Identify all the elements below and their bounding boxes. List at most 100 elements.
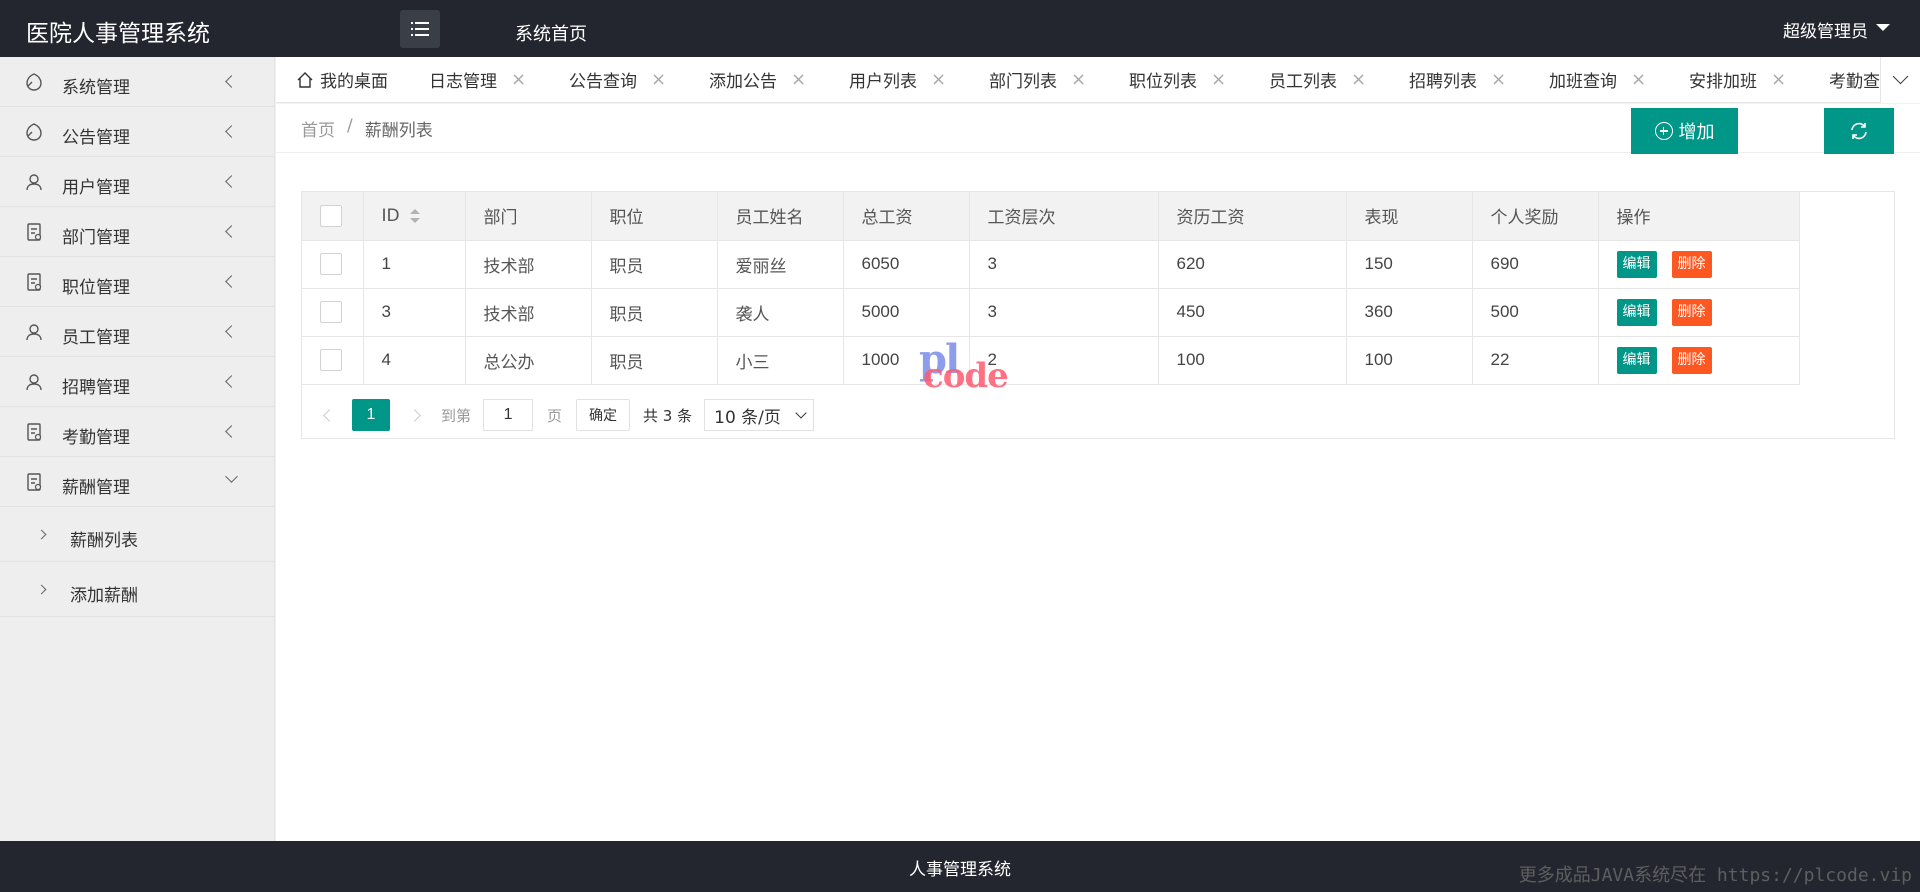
document-icon	[27, 423, 42, 441]
page-size-select[interactable]: 10 条/页	[704, 399, 815, 431]
close-icon[interactable]: ×	[931, 69, 946, 90]
chevron-down-icon	[1892, 68, 1909, 85]
cell-seniority-pay: 450	[1158, 288, 1347, 337]
page-size-value: 10 条/页	[714, 407, 781, 428]
sidebar-item-label: 部门管理	[62, 228, 130, 248]
add-button[interactable]: 增加	[1631, 108, 1738, 154]
close-icon[interactable]: ×	[1071, 69, 1086, 90]
close-icon[interactable]: ×	[651, 69, 666, 90]
tab-label: 员工列表	[1269, 72, 1337, 92]
tab-label: 公告查询	[569, 72, 637, 92]
table-row: 3 技术部 职员 袭人 5000 3 450 360 500 编辑 删除	[302, 288, 1800, 337]
tab-attendance-query[interactable]: 考勤查	[1829, 57, 1880, 102]
tab-overtime-query[interactable]: 加班查询 ×	[1549, 57, 1646, 102]
close-icon[interactable]: ×	[1491, 69, 1506, 90]
header-home-link[interactable]: 系统首页	[515, 20, 587, 46]
delete-button[interactable]: 删除	[1671, 346, 1712, 374]
user-menu[interactable]: 超级管理员	[1783, 17, 1890, 42]
sidebar-item-attendance[interactable]: 考勤管理	[0, 407, 274, 457]
sidebar-item-departments[interactable]: 部门管理	[0, 207, 274, 257]
goto-page-input[interactable]	[483, 399, 534, 431]
select-all-checkbox[interactable]	[320, 204, 342, 227]
tabs-more-button[interactable]	[1880, 57, 1920, 103]
document-icon	[27, 473, 42, 491]
sidebar-subitem-add-salary[interactable]: 添加薪酬	[0, 562, 274, 617]
current-page-button[interactable]: 1	[352, 399, 390, 431]
delete-button[interactable]: 删除	[1671, 298, 1712, 326]
watermark-logo: pl code	[919, 336, 1019, 396]
sidebar-item-employees[interactable]: 员工管理	[0, 307, 274, 357]
tab-log[interactable]: 日志管理 ×	[429, 57, 526, 102]
column-header: 员工姓名	[717, 192, 844, 241]
edit-button[interactable]: 编辑	[1616, 346, 1657, 374]
column-header: 职位	[591, 192, 718, 241]
tab-label: 我的桌面	[320, 72, 388, 92]
tab-desktop[interactable]: 我的桌面	[296, 57, 388, 102]
sidebar-subitem-label: 薪酬列表	[70, 531, 138, 551]
column-header[interactable]: ID	[363, 192, 466, 241]
tab-employee-list[interactable]: 员工列表 ×	[1269, 57, 1366, 102]
tab-add-notice[interactable]: 添加公告 ×	[709, 57, 806, 102]
main-content: 首页 / 薪酬列表 增加 ID 部门 职位 员工姓名 总工资 工资层次 资历工资…	[276, 104, 1920, 841]
edit-button[interactable]: 编辑	[1616, 298, 1657, 326]
row-checkbox[interactable]	[320, 253, 342, 275]
cell-department: 总公办	[465, 336, 592, 385]
user-icon	[26, 324, 42, 341]
close-icon[interactable]: ×	[511, 69, 526, 90]
sidebar-item-recruitment[interactable]: 招聘管理	[0, 357, 274, 407]
close-icon[interactable]: ×	[1631, 69, 1646, 90]
breadcrumb-current: 薪酬列表	[364, 121, 433, 141]
row-checkbox[interactable]	[320, 349, 342, 371]
cell-department: 技术部	[465, 240, 592, 289]
cell-actions: 编辑 删除	[1598, 240, 1800, 289]
sidebar-item-system[interactable]: 系统管理	[0, 57, 274, 107]
breadcrumb: 首页 / 薪酬列表	[301, 116, 433, 141]
chevron-left-icon	[225, 275, 238, 288]
sidebar-item-notice[interactable]: 公告管理	[0, 107, 274, 157]
menu-toggle-button[interactable]	[400, 10, 440, 48]
row-checkbox[interactable]	[320, 301, 342, 323]
tab-label: 考勤查	[1829, 72, 1880, 92]
edit-button[interactable]: 编辑	[1616, 250, 1657, 278]
cell-id: 4	[363, 336, 466, 385]
leaf-icon	[26, 73, 42, 91]
breadcrumb-separator: /	[347, 116, 353, 136]
close-icon[interactable]: ×	[791, 69, 806, 90]
close-icon[interactable]: ×	[1351, 69, 1366, 90]
cell-id: 3	[363, 288, 466, 337]
chevron-right-icon	[36, 584, 47, 595]
sidebar: 系统管理 公告管理 用户管理 部门管理 职位管理 员工管理 招聘管理 考勤管理	[0, 57, 275, 841]
prev-page-icon[interactable]	[323, 408, 336, 422]
menu-icon	[411, 22, 429, 36]
sidebar-item-users[interactable]: 用户管理	[0, 157, 274, 207]
next-page-icon[interactable]	[408, 408, 421, 422]
tab-user-list[interactable]: 用户列表 ×	[849, 57, 946, 102]
confirm-button[interactable]: 确定	[576, 399, 631, 431]
tab-arrange-overtime[interactable]: 安排加班 ×	[1689, 57, 1786, 102]
sidebar-item-positions[interactable]: 职位管理	[0, 257, 274, 307]
breadcrumb-home[interactable]: 首页	[301, 116, 335, 141]
sidebar-subitem-salary-list[interactable]: 薪酬列表	[0, 507, 274, 562]
sidebar-item-label: 招聘管理	[62, 378, 130, 398]
delete-button[interactable]: 删除	[1671, 250, 1712, 278]
close-icon[interactable]: ×	[1771, 69, 1786, 90]
tab-label: 安排加班	[1689, 72, 1757, 92]
sidebar-item-label: 薪酬管理	[62, 478, 130, 498]
chevron-left-icon	[225, 125, 238, 138]
caret-down-icon	[1876, 24, 1890, 31]
tab-position-list[interactable]: 职位列表 ×	[1129, 57, 1226, 102]
tab-dept-list[interactable]: 部门列表 ×	[989, 57, 1086, 102]
tab-recruit-list[interactable]: 招聘列表 ×	[1409, 57, 1506, 102]
home-icon	[297, 71, 313, 88]
refresh-button[interactable]	[1824, 108, 1894, 154]
sidebar-item-label: 公告管理	[62, 128, 130, 148]
tab-notice-query[interactable]: 公告查询 ×	[569, 57, 666, 102]
chevron-left-icon	[225, 175, 238, 188]
tab-label: 加班查询	[1549, 72, 1617, 92]
sort-icon[interactable]	[409, 208, 420, 223]
sidebar-item-salary[interactable]: 薪酬管理	[0, 457, 274, 507]
pagination: 1 到第 页 确定 共 3 条 10 条/页	[301, 391, 815, 439]
document-icon	[27, 273, 42, 291]
cell-performance: 150	[1346, 240, 1473, 289]
close-icon[interactable]: ×	[1211, 69, 1226, 90]
